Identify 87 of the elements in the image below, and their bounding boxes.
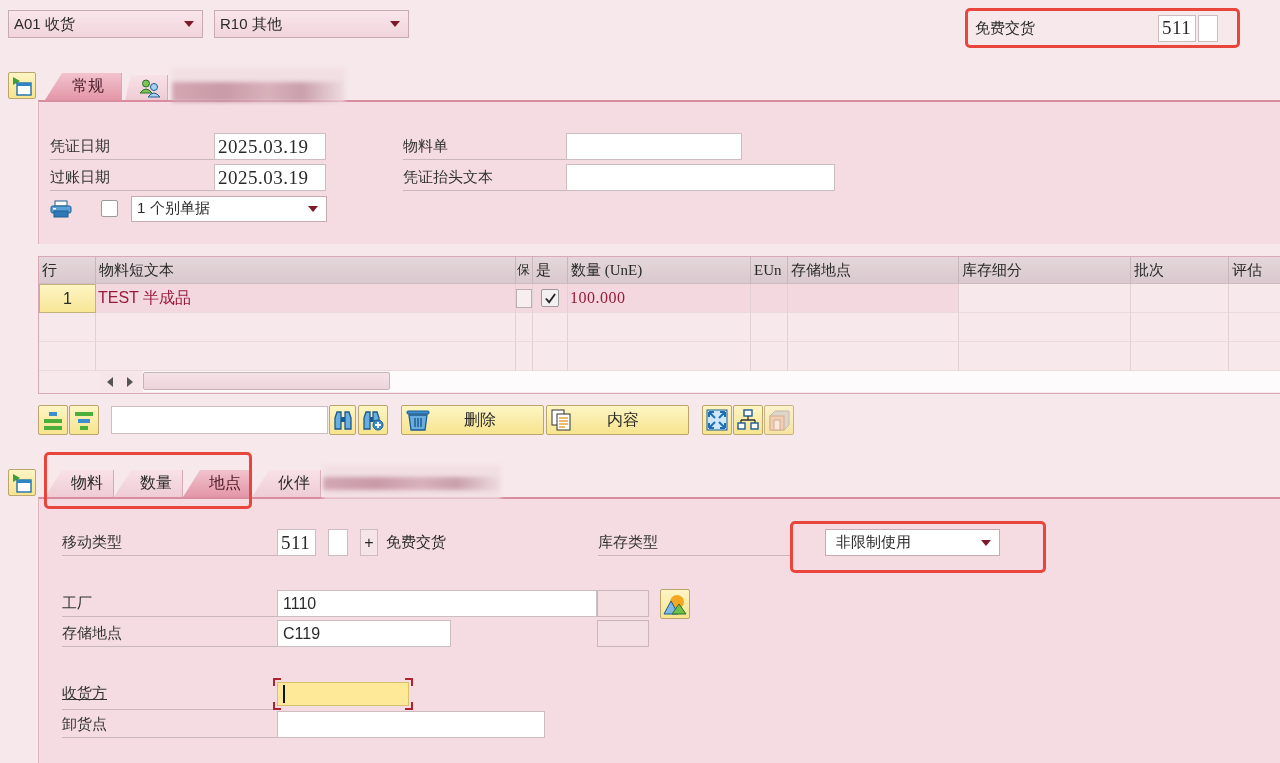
input-field	[597, 590, 649, 617]
text-cursor	[283, 685, 285, 703]
table-cell	[39, 313, 96, 342]
tab[interactable]: 常规	[45, 73, 122, 100]
column-header[interactable]: 是	[533, 257, 568, 284]
tab[interactable]: 伙伴	[252, 470, 321, 497]
caret-icon	[184, 21, 194, 27]
field-label: 库存类型	[598, 529, 790, 556]
caret-icon	[981, 539, 991, 546]
table-cell: 100.000	[568, 284, 751, 313]
dropdown[interactable]: A01 收货	[8, 10, 203, 38]
mountain-sun-icon	[663, 592, 687, 615]
checkbox[interactable]	[516, 288, 532, 308]
window-icon	[12, 75, 32, 96]
date-field[interactable]: 2025.03.19	[214, 133, 326, 160]
document-icon	[550, 409, 572, 431]
find-button[interactable]	[329, 405, 356, 435]
dropdown[interactable]: R10 其他	[214, 10, 409, 38]
toolbar-button[interactable]: 删除	[401, 405, 544, 435]
input-field[interactable]	[328, 529, 348, 556]
expand-arrows-icon	[706, 409, 728, 431]
field-label[interactable]: 收货方	[62, 678, 273, 710]
column-header[interactable]: 数量 (UnE)	[568, 257, 751, 284]
input-field[interactable]: 511	[277, 529, 316, 556]
table-cell	[39, 342, 96, 371]
field-label: 免费交货	[975, 18, 1036, 38]
toggle-button[interactable]	[8, 72, 36, 99]
column-header[interactable]: 批次	[1131, 257, 1229, 284]
tab[interactable]: 地点	[183, 470, 252, 497]
tab[interactable]	[125, 75, 168, 100]
caret-icon	[390, 21, 400, 27]
binoculars-icon	[332, 409, 353, 431]
tab[interactable]: 数量	[114, 470, 183, 497]
checkmark-icon	[544, 292, 556, 304]
find-next-button[interactable]	[358, 405, 388, 435]
column-header[interactable]: 库存细分	[959, 257, 1131, 284]
input-field[interactable]	[566, 164, 835, 191]
toolbar-button[interactable]: 内容	[546, 405, 689, 435]
plant-button[interactable]	[660, 588, 690, 619]
table-row[interactable]: 1 TEST 半成品 100.000	[39, 284, 1280, 313]
stacked-lines-icon	[42, 409, 64, 431]
printer-icon[interactable]	[50, 199, 72, 218]
scrollbar-thumb[interactable]	[143, 372, 390, 390]
window-icon	[12, 472, 32, 493]
column-header[interactable]: 存储地点	[788, 257, 959, 284]
funnel-lines-icon	[73, 409, 95, 431]
input-field[interactable]	[277, 711, 545, 738]
input-field[interactable]	[1198, 14, 1218, 42]
caret-icon	[308, 205, 318, 212]
tab[interactable]: 物料	[45, 470, 114, 497]
search-field[interactable]	[111, 406, 328, 434]
column-header[interactable]: EUn	[751, 257, 788, 284]
cabinet-icon	[768, 409, 790, 431]
table-cell	[516, 313, 533, 342]
scrollbar-track[interactable]	[143, 371, 1280, 392]
input-field[interactable]	[566, 133, 742, 160]
table-cell: TEST 半成品	[96, 284, 516, 313]
plus-button[interactable]: +	[360, 529, 378, 556]
date-field[interactable]: 2025.03.19	[214, 164, 326, 191]
input-field[interactable]	[273, 678, 413, 710]
input-field[interactable]: C119	[277, 620, 451, 647]
movement-text: 免费交货	[386, 533, 446, 552]
column-header[interactable]: 保	[516, 257, 533, 284]
toolbar-button[interactable]	[38, 405, 68, 435]
input-field	[597, 620, 649, 647]
hierarchy-icon	[737, 409, 759, 431]
right-arrow-icon	[127, 376, 133, 387]
row-selector[interactable]: 1	[39, 284, 96, 313]
dropdown[interactable]: 非限制使用	[825, 529, 1000, 556]
column-header[interactable]: 物料短文本	[96, 257, 516, 284]
dropdown[interactable]: 1 个别单据	[131, 195, 327, 222]
input-field[interactable]: 1110	[277, 590, 597, 617]
toolbar-button[interactable]	[702, 405, 732, 435]
table-cell	[533, 313, 568, 342]
trash-icon	[405, 409, 431, 431]
table-cell	[751, 313, 788, 342]
people-icon	[139, 77, 161, 98]
toolbar-button[interactable]	[733, 405, 763, 435]
checkbox[interactable]	[541, 289, 559, 307]
column-header[interactable]: 评估	[1229, 257, 1280, 284]
toolbar-button[interactable]	[69, 405, 99, 435]
checkbox[interactable]	[101, 200, 118, 217]
binoculars-plus-icon	[362, 409, 384, 431]
toggle-button[interactable]	[8, 469, 36, 496]
column-header[interactable]: 行	[39, 257, 96, 284]
left-arrow-icon	[107, 376, 113, 387]
input-field[interactable]: 511	[1158, 14, 1196, 42]
